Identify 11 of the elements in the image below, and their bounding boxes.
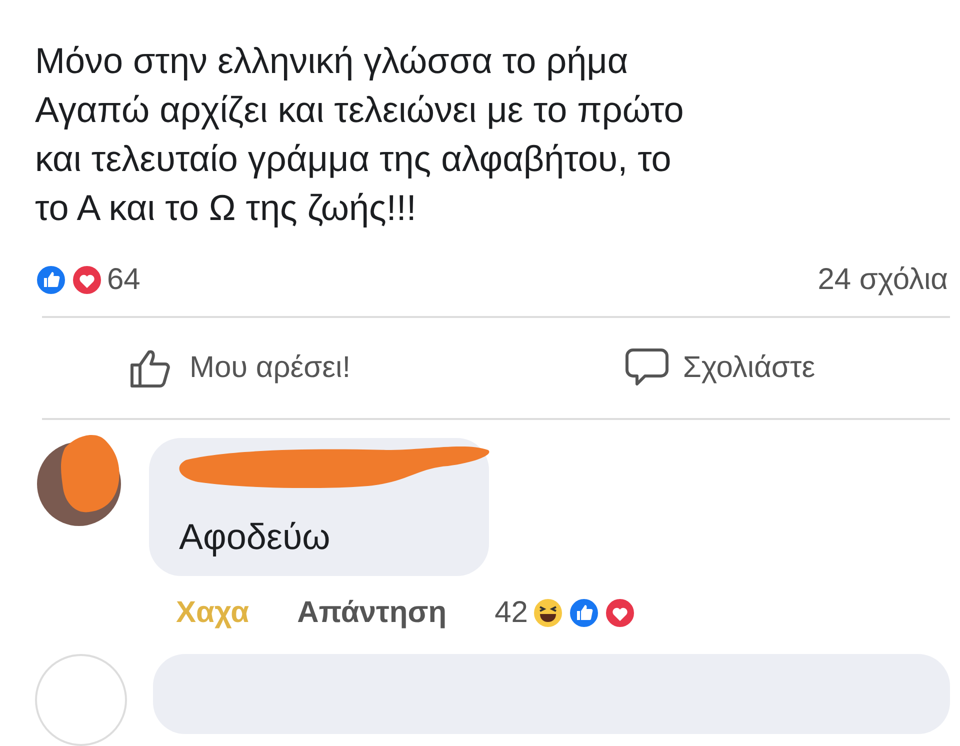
laughing-face-icon: [532, 597, 564, 629]
comment-count[interactable]: 24 σχόλια: [818, 263, 948, 298]
like-icon: [568, 597, 600, 629]
post-text: Μόνο στην ελληνική γλώσσα το ρήμα Αγαπώ αρχίζει και τελειώνει με το πρώτο και τελευταίο γράμμα της αλφαβήτου, το το Α και το Ω της ζωής!!!: [34, 39, 685, 230]
like-button[interactable]: Μου αρέσει!: [0, 347, 480, 390]
like-icon: [35, 264, 67, 296]
reaction-count[interactable]: 42: [494, 596, 528, 630]
reply-link[interactable]: Απάντηση: [297, 596, 447, 630]
comment-text: Αφοδεύω: [179, 516, 332, 558]
reaction-count[interactable]: 64: [107, 263, 140, 298]
comment-button[interactable]: Σχολιάστε: [480, 347, 960, 390]
